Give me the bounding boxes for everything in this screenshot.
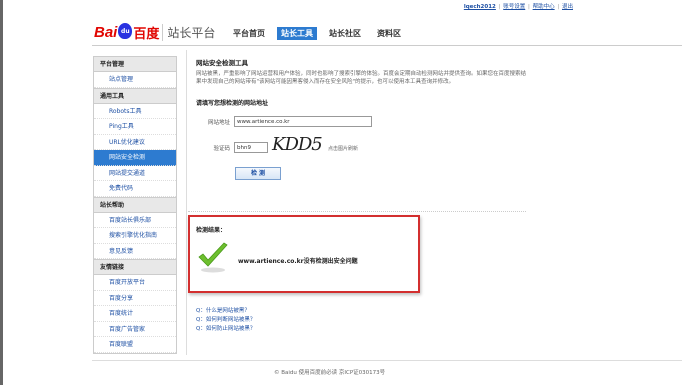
site-name: 站长平台	[162, 23, 215, 41]
nav-resources[interactable]: 资料区	[373, 27, 405, 40]
content-border	[186, 50, 187, 355]
header-divider	[92, 45, 682, 46]
baidu-logo[interactable]: Bai du 百度 站长平台	[94, 22, 215, 42]
logo-baidu-cn: 百度	[133, 26, 160, 42]
captcha-refresh-tip: 点击图片刷新	[328, 146, 359, 152]
separator: |	[528, 4, 530, 10]
green-check-icon	[198, 242, 228, 273]
logout-link[interactable]: 退出	[562, 4, 573, 10]
sidebar-item-feedback[interactable]: 意见反馈	[94, 244, 176, 259]
username-link[interactable]: lqech2012	[464, 4, 496, 10]
sidebar-item-webmaster-club[interactable]: 百度站长俱乐部	[94, 213, 176, 228]
form-instruction: 请填写您想检测的网站地址	[196, 100, 269, 107]
captcha-label: 验证码	[213, 146, 230, 152]
sidebar-item-free-code[interactable]: 免费代码	[94, 181, 176, 197]
sidebar-group-title: 站长帮助	[94, 197, 176, 213]
faq-link-how-to-prevent[interactable]: Q：如何防止网站被黑？	[196, 325, 255, 334]
sidebar-item-url-optimization[interactable]: URL优化建议	[94, 135, 176, 150]
separator: |	[557, 4, 560, 10]
sidebar-group-title: 通用工具	[94, 88, 176, 104]
help-center-link[interactable]: 帮助中心	[533, 4, 555, 10]
captcha-image[interactable]: KDD5	[272, 134, 324, 160]
faq-link-how-to-judge[interactable]: Q：如何判断网站被黑？	[196, 316, 255, 325]
sidebar-group-title: 友情链接	[94, 260, 176, 275]
section-divider	[188, 211, 526, 212]
nav-home[interactable]: 平台首页	[229, 27, 269, 40]
sidebar-item-site-management[interactable]: 站点管理	[94, 72, 176, 88]
sidebar-group-platform: 平台管理 站点管理	[93, 56, 177, 89]
sidebar-group-help: 站长帮助 百度站长俱乐部 搜索引擎优化指南 意见反馈	[93, 197, 177, 260]
main-nav: 平台首页 站长工具 站长社区 资料区	[229, 27, 405, 40]
result-title: 检测结果：	[196, 227, 227, 234]
sidebar-group-tools: 通用工具 Robots工具 Ping工具 URL优化建议 网站安全检测 网站提交…	[93, 88, 177, 198]
sidebar-item-statistics[interactable]: 百度统计	[94, 306, 176, 322]
page-title: 网站安全检测工具	[196, 59, 248, 67]
nav-webmaster-tools[interactable]: 站长工具	[277, 27, 317, 40]
url-input[interactable]	[234, 116, 372, 127]
footer-divider	[92, 360, 682, 361]
window-frame-edge	[0, 0, 3, 385]
faq-link-what-is-hacked[interactable]: Q：什么是网站被黑？	[196, 307, 255, 316]
footer-text: © Baidu 使用百度前必读 京ICP证030173号	[274, 370, 386, 376]
url-label: 网站地址	[207, 120, 230, 126]
tool-description: 网站被黑，严重影响了网站运营和用户体验，同时也影响了搜索引擎的体验。百度会定期自…	[196, 71, 527, 85]
faq-list: Q：什么是网站被黑？ Q：如何判断网站被黑？ Q：如何防止网站被黑？	[196, 307, 255, 334]
top-user-bar: lqech2012 | 账号设置 | 帮助中心 | 退出	[464, 2, 573, 12]
sidebar-item-robots[interactable]: Robots工具	[94, 104, 176, 119]
sidebar-group-links: 友情链接 百度开放平台 百度分享 百度统计 百度广告管家 百度联盟	[93, 260, 177, 354]
nav-community[interactable]: 站长社区	[325, 27, 365, 40]
result-panel: 检测结果： www.artience.co.kr没有检测出安全问题	[188, 215, 420, 293]
sidebar-item-seo-guide[interactable]: 搜索引擎优化指南	[94, 228, 176, 244]
sidebar-item-security-check[interactable]: 网站安全检测	[94, 150, 176, 166]
sidebar-item-ping[interactable]: Ping工具	[94, 119, 176, 135]
captcha-input[interactable]	[234, 142, 268, 153]
sidebar-item-share[interactable]: 百度分享	[94, 291, 176, 306]
logo-bai-text: Bai	[94, 23, 118, 41]
sidebar-item-open-platform[interactable]: 百度开放平台	[94, 275, 176, 291]
sidebar: 平台管理 站点管理 通用工具 Robots工具 Ping工具 URL优化建议 网…	[93, 56, 177, 354]
logo-du-text: du	[121, 28, 130, 35]
sidebar-item-union[interactable]: 百度联盟	[94, 337, 176, 353]
separator: |	[498, 4, 501, 10]
sidebar-item-submit-channel[interactable]: 网站提交通道	[94, 166, 176, 181]
sidebar-item-ad-manager[interactable]: 百度广告管家	[94, 322, 176, 337]
account-settings-link[interactable]: 账号设置	[503, 4, 525, 10]
result-message: www.artience.co.kr没有检测出安全问题	[238, 258, 358, 265]
check-button[interactable]: 检 测	[235, 167, 281, 180]
sidebar-group-title: 平台管理	[94, 57, 176, 72]
paw-icon: du	[118, 23, 133, 39]
